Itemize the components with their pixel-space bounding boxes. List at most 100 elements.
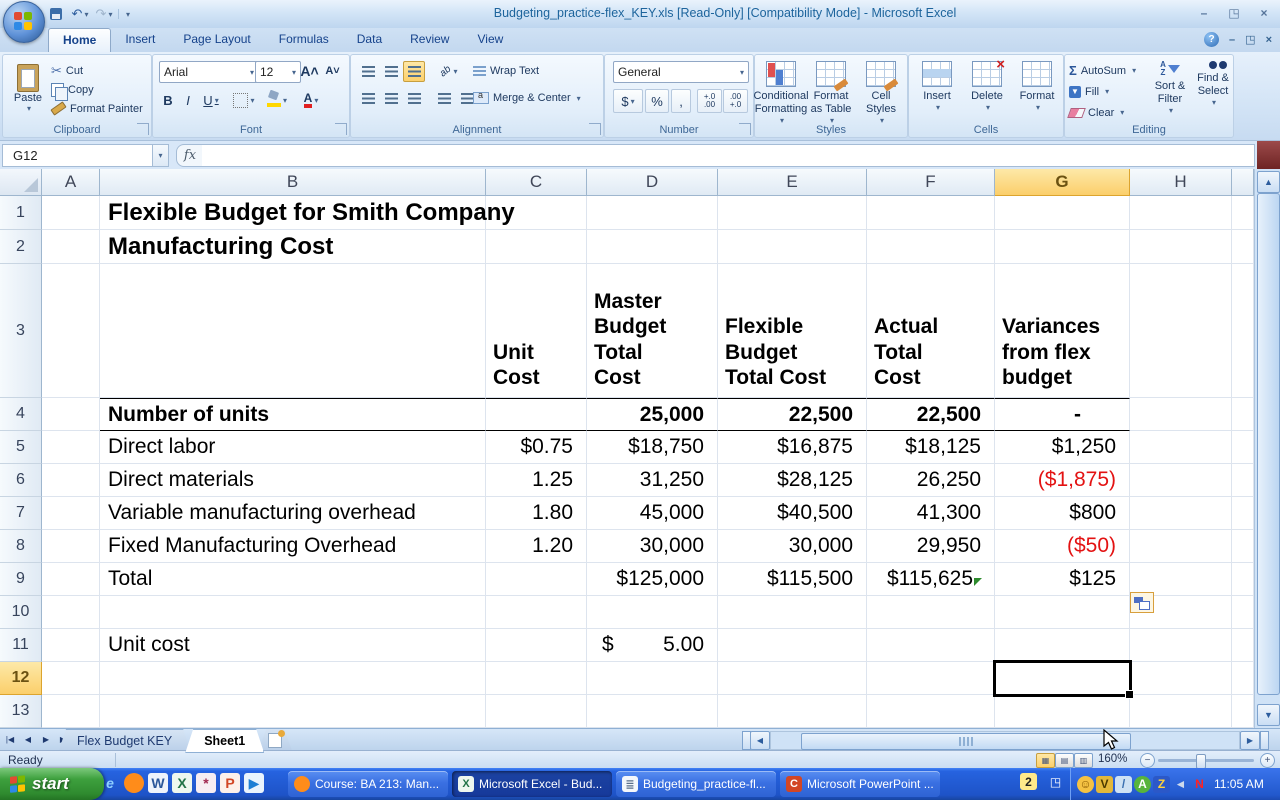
cell-G6[interactable]: ($1,875) [995, 464, 1130, 497]
wrap-text-button[interactable]: Wrap Text [473, 61, 539, 81]
align-bottom-button[interactable] [403, 61, 425, 82]
formula-input[interactable] [202, 144, 1255, 167]
clipboard-dialog-launcher-icon[interactable] [137, 123, 149, 135]
cell-x8[interactable] [1232, 530, 1254, 563]
cell-G8[interactable]: ($50) [995, 530, 1130, 563]
task-excel-icon[interactable]: X [458, 776, 474, 792]
cell-H7[interactable] [1130, 497, 1232, 530]
cut-button[interactable]: ✂ Cut [51, 61, 83, 80]
cell-C12[interactable] [486, 662, 587, 695]
insert-cells-button[interactable]: Insert [913, 58, 961, 132]
cell-H4[interactable] [1130, 398, 1232, 431]
key-icon[interactable]: * [196, 773, 216, 793]
cell-G13[interactable] [995, 695, 1130, 728]
paste-button[interactable]: Paste [7, 59, 49, 125]
number-format-combo[interactable]: General [613, 61, 749, 83]
cell-F3[interactable]: Actual Total Cost [867, 264, 995, 398]
orientation-button[interactable]: ab [433, 61, 465, 82]
scroll-right-icon[interactable]: ▶ [1240, 731, 1260, 750]
cell-styles-button[interactable]: Cell Styles [857, 58, 905, 132]
zonealarm-icon[interactable]: Z [1153, 776, 1170, 793]
messenger-smiley-icon[interactable]: ☺ [1077, 776, 1094, 793]
cell-D5[interactable]: $18,750 [587, 431, 718, 464]
cell-F12[interactable] [867, 662, 995, 695]
cell-G1[interactable] [995, 196, 1130, 230]
cell-A8[interactable] [42, 530, 100, 563]
cell-F8[interactable]: 29,950 [867, 530, 995, 563]
norton-icon[interactable]: N [1191, 776, 1208, 793]
align-center-button[interactable] [380, 88, 402, 109]
row-header-1[interactable]: 1 [0, 196, 42, 230]
media-player-icon[interactable]: ▶ [244, 773, 264, 793]
excel-icon[interactable]: X [172, 773, 192, 793]
cell-A13[interactable] [42, 695, 100, 728]
cell-x9[interactable] [1232, 563, 1254, 596]
name-box[interactable]: G12 [2, 144, 162, 167]
cell-E7[interactable]: $40,500 [718, 497, 867, 530]
cell-C13[interactable] [486, 695, 587, 728]
cell-G4[interactable]: - [995, 398, 1130, 431]
undo-button[interactable]: ↶ [70, 4, 90, 24]
zoom-in-icon[interactable]: + [1260, 753, 1275, 768]
cell-B5[interactable]: Direct labor [100, 431, 486, 464]
cell-C10[interactable] [486, 596, 587, 629]
cell-C8[interactable]: 1.20 [486, 530, 587, 563]
cell-F6[interactable]: 26,250 [867, 464, 995, 497]
conditional-formatting-button[interactable]: Conditional Formatting [757, 58, 805, 132]
cell-D9[interactable]: $125,000 [587, 563, 718, 596]
alignment-dialog-launcher-icon[interactable] [589, 123, 601, 135]
row-header-9[interactable]: 9 [0, 563, 42, 596]
sort-filter-button[interactable]: AZ Sort & Filter [1149, 58, 1191, 132]
cell-B11[interactable]: Unit cost [100, 629, 486, 662]
bold-button[interactable]: B [159, 89, 177, 111]
ribbon-tab-view[interactable]: View [463, 28, 517, 52]
zoom-level[interactable]: 160% [1098, 753, 1127, 765]
cell-E5[interactable]: $16,875 [718, 431, 867, 464]
powerpoint-icon[interactable]: P [220, 773, 240, 793]
cell-F11[interactable] [867, 629, 995, 662]
find-select-button[interactable]: Find & Select [1193, 58, 1233, 132]
cell-E6[interactable]: $28,125 [718, 464, 867, 497]
cell-B9[interactable]: Total [100, 563, 486, 596]
update-notification-icon[interactable]: 2 [1020, 773, 1037, 790]
close-button[interactable]: × [1254, 5, 1274, 21]
cell-B10[interactable] [100, 596, 486, 629]
align-left-button[interactable] [357, 88, 379, 109]
window-restore-icon[interactable]: ◳ [1047, 773, 1064, 790]
column-header-C[interactable]: C [486, 169, 587, 196]
cell-B8[interactable]: Fixed Manufacturing Overhead [100, 530, 486, 563]
cell-A3[interactable] [42, 264, 100, 398]
cell-C4[interactable] [486, 398, 587, 431]
font-dialog-launcher-icon[interactable] [335, 123, 347, 135]
task-excel-button[interactable]: XMicrosoft Excel - Bud... [452, 771, 612, 797]
row-header-6[interactable]: 6 [0, 464, 42, 497]
clear-button[interactable]: Clear [1069, 103, 1124, 122]
cell-B13[interactable] [100, 695, 486, 728]
font-name-combo[interactable]: Arial [159, 61, 259, 83]
firefox-icon[interactable] [124, 773, 144, 793]
comma-style-button[interactable]: , [671, 89, 691, 113]
cell-E8[interactable]: 30,000 [718, 530, 867, 563]
number-dialog-launcher-icon[interactable] [739, 123, 751, 135]
cell-C6[interactable]: 1.25 [486, 464, 587, 497]
cell-B1[interactable]: Flexible Budget for Smith Company [100, 196, 486, 230]
cell-D13[interactable] [587, 695, 718, 728]
merge-center-button[interactable]: Merge & Center [473, 88, 581, 108]
cell-D4[interactable]: 25,000 [587, 398, 718, 431]
volume-icon[interactable]: ◄ [1172, 776, 1189, 793]
task-firefox-course-icon[interactable] [294, 776, 310, 792]
column-header-G[interactable]: G [995, 169, 1130, 196]
word-icon[interactable]: W [148, 773, 168, 793]
cell-F5[interactable]: $18,125 [867, 431, 995, 464]
cell-D8[interactable]: 30,000 [587, 530, 718, 563]
internet-explorer-icon[interactable]: e [100, 773, 120, 793]
decrease-decimal-button[interactable]: .00 +.0 [723, 89, 748, 113]
cell-B4[interactable]: Number of units [100, 398, 486, 431]
save-button[interactable] [46, 4, 66, 24]
horizontal-scroll-track[interactable] [770, 731, 1240, 750]
cell-x2[interactable] [1232, 230, 1254, 264]
cell-E11[interactable] [718, 629, 867, 662]
previous-sheet-icon[interactable]: ◀ [20, 731, 36, 748]
cell-B12[interactable] [100, 662, 486, 695]
column-header-B[interactable]: B [100, 169, 486, 196]
